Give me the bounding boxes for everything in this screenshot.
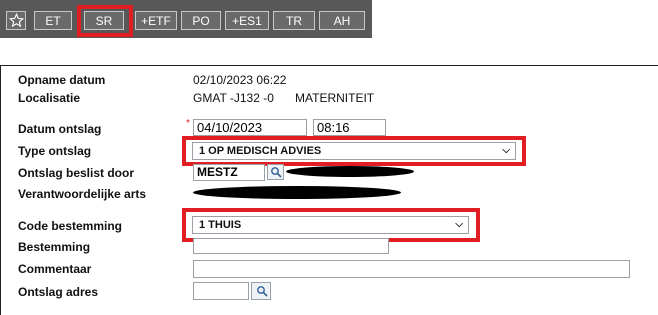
discharge-time-input[interactable]: 08:16 bbox=[313, 119, 386, 136]
toolbar: ET SR +ETF PO +ES1 TR AH bbox=[0, 0, 372, 38]
beslist-door-lookup-button[interactable] bbox=[267, 164, 284, 180]
bestemming-label: Bestemming bbox=[18, 240, 91, 254]
code-bestemming-label: Code bestemming bbox=[18, 219, 123, 233]
sr-highlight-box bbox=[77, 5, 133, 37]
datum-ontslag-label: Datum ontslag bbox=[18, 122, 102, 136]
opname-datum-value: 02/10/2023 06:22 bbox=[193, 73, 287, 87]
localisatie-value: GMAT -J132 -0 bbox=[193, 91, 274, 105]
toolbar-button-ah[interactable]: AH bbox=[319, 11, 365, 30]
ontslag-adres-label: Ontslag adres bbox=[18, 285, 99, 299]
toolbar-button-et[interactable]: ET bbox=[34, 11, 72, 30]
beslist-door-input[interactable]: MESTZ bbox=[193, 164, 265, 181]
localisatie-label: Localisatie bbox=[18, 91, 81, 105]
magnifier-icon bbox=[271, 167, 282, 178]
toolbar-button-po[interactable]: PO bbox=[181, 11, 221, 30]
redaction-mark bbox=[286, 166, 414, 177]
toolbar-button-tr[interactable]: TR bbox=[273, 11, 315, 30]
star-icon bbox=[9, 13, 24, 28]
ontslag-beslist-door-label: Ontslag beslist door bbox=[18, 166, 135, 180]
bestemming-input[interactable] bbox=[193, 238, 389, 254]
ontslag-adres-input[interactable] bbox=[193, 282, 249, 300]
required-marker: * bbox=[186, 118, 190, 129]
type-ontslag-highlight-box bbox=[182, 136, 526, 166]
toolbar-button-es1[interactable]: +ES1 bbox=[225, 11, 269, 30]
commentaar-input[interactable] bbox=[193, 260, 630, 278]
discharge-date-input[interactable]: 04/10/2023 bbox=[193, 119, 307, 136]
code-bestemming-highlight-box bbox=[182, 208, 480, 242]
type-ontslag-label: Type ontslag bbox=[18, 144, 92, 158]
redaction-mark bbox=[193, 186, 401, 199]
verantwoordelijke-arts-label: Verantwoordelijke arts bbox=[18, 187, 147, 201]
favorite-star-button[interactable] bbox=[6, 11, 26, 30]
magnifier-icon bbox=[257, 286, 268, 297]
ontslag-adres-lookup-button[interactable] bbox=[251, 282, 271, 300]
localisatie-department: MATERNITEIT bbox=[295, 91, 375, 105]
opname-datum-label: Opname datum bbox=[18, 73, 106, 87]
toolbar-button-etf[interactable]: +ETF bbox=[135, 11, 177, 30]
commentaar-label: Commentaar bbox=[18, 262, 92, 276]
